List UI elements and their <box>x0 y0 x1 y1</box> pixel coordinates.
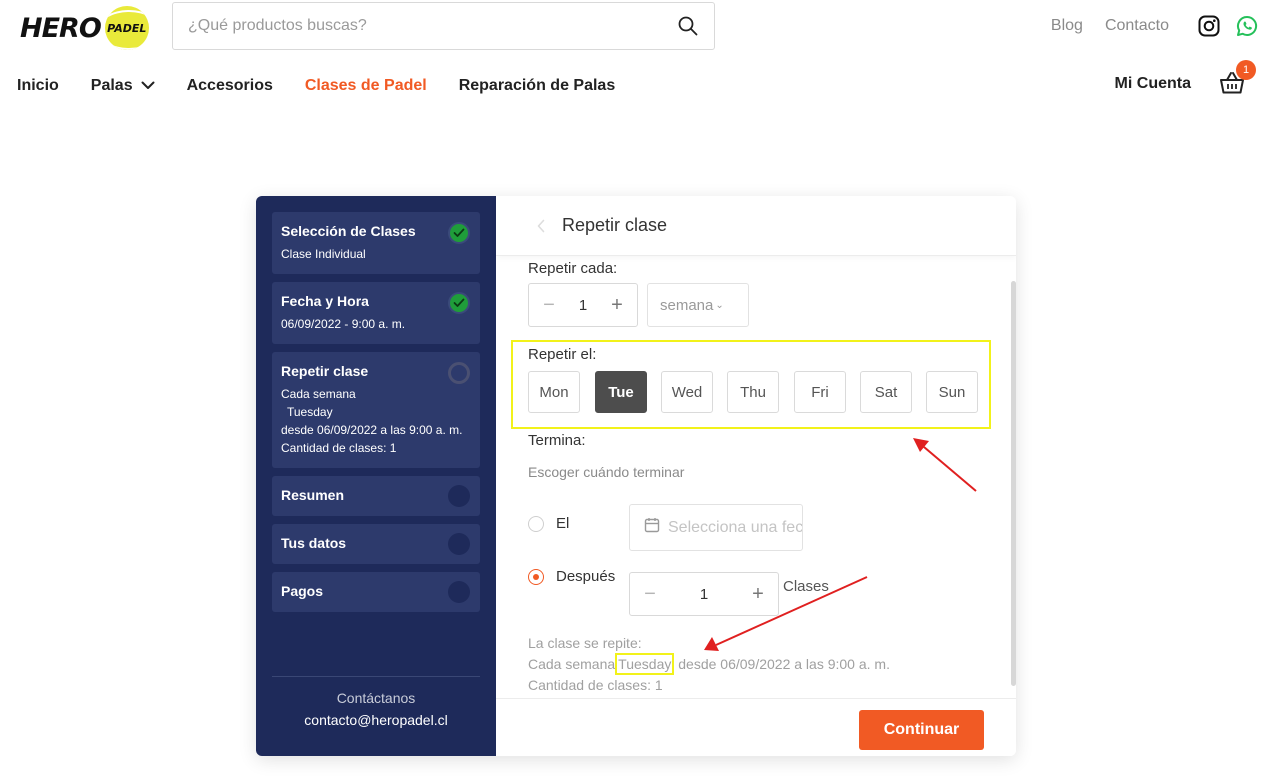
summary-count: Cantidad de clases: 1 <box>528 677 663 693</box>
step-title: Fecha y Hora <box>281 293 369 309</box>
logo-ball-text: PADEL <box>107 21 147 35</box>
step-detail: Cada semana <box>281 387 356 401</box>
increment-button[interactable]: + <box>607 295 627 315</box>
booking-widget: Selección de Clases Clase Individual Fec… <box>256 196 1016 756</box>
summary-prefix: Cada semana <box>528 656 616 672</box>
booking-steps-sidebar: Selección de Clases Clase Individual Fec… <box>256 196 496 756</box>
pending-step-indicator <box>448 485 470 507</box>
contact-link[interactable]: Contacto <box>1105 17 1169 35</box>
end-date-placeholder: Selecciona una fecha <box>668 518 803 536</box>
chevron-down-icon: ⌄ <box>715 299 724 311</box>
pending-step-indicator <box>448 581 470 603</box>
step-detail: Clase Individual <box>281 247 366 261</box>
search-input[interactable] <box>188 17 677 35</box>
end-on-date-radio[interactable] <box>528 516 544 532</box>
step-fecha-y-hora[interactable]: Fecha y Hora 06/09/2022 - 9:00 a. m. <box>272 282 480 344</box>
nav-item-palas-label: Palas <box>90 77 133 94</box>
repeat-every-value[interactable]: 1 <box>579 297 587 314</box>
classes-unit-label: Clases <box>783 578 829 595</box>
step-title: Tus datos <box>281 535 347 551</box>
repeat-on-label: Repetir el: <box>528 346 597 363</box>
end-on-date-label: El <box>556 515 570 532</box>
blog-link[interactable]: Blog <box>1051 17 1083 35</box>
day-sun[interactable]: Sun <box>926 371 978 413</box>
repeat-every-stepper: − 1 + <box>528 283 638 327</box>
basket-icon <box>1219 72 1245 99</box>
step-detail: Cantidad de clases: 1 <box>281 441 397 455</box>
repeat-summary: La clase se repite: Cada semana Tuesday d… <box>528 633 890 695</box>
summary-title: La clase se repite: <box>528 635 642 651</box>
step-title: Pagos <box>281 583 324 599</box>
panel-scrollbar[interactable] <box>1011 281 1016 686</box>
step-tus-datos[interactable]: Tus datos <box>272 524 480 564</box>
padel-ball-logo: PADEL <box>104 6 149 50</box>
panel-header: Repetir clase <box>496 196 1016 256</box>
contact-email-link[interactable]: contacto@heropadel.cl <box>272 712 480 728</box>
chevron-left-icon[interactable] <box>532 217 550 235</box>
panel-scroll-area: Repetir cada: − 1 + semana ⌄ Repetir el:… <box>496 257 1016 698</box>
current-step-indicator <box>448 362 470 384</box>
instagram-icon[interactable] <box>1197 14 1221 38</box>
top-links: Blog Contacto <box>1051 10 1259 42</box>
logo-wordmark: HERO <box>20 12 102 44</box>
my-account-link[interactable]: Mi Cuenta <box>1115 75 1191 93</box>
step-detail: 06/09/2022 - 9:00 a. m. <box>281 317 406 331</box>
ends-hint: Escoger cuándo terminar <box>528 464 685 480</box>
logo[interactable]: HERO PADEL <box>20 6 149 50</box>
classes-count-value[interactable]: 1 <box>700 586 708 603</box>
pending-step-indicator <box>448 533 470 555</box>
whatsapp-icon[interactable] <box>1235 14 1259 38</box>
day-thu[interactable]: Thu <box>727 371 779 413</box>
nav-item-inicio[interactable]: Inicio <box>17 77 59 95</box>
day-fri[interactable]: Fri <box>794 371 846 413</box>
search-icon[interactable] <box>677 15 699 37</box>
step-detail: Tuesday <box>287 405 333 419</box>
account-area: Mi Cuenta 1 <box>1115 60 1256 104</box>
day-sat[interactable]: Sat <box>860 371 912 413</box>
summary-line: Cada semana Tuesday desde 06/09/2022 a la… <box>528 653 890 675</box>
repeat-every-label: Repetir cada: <box>528 260 618 277</box>
ends-label: Termina: <box>528 432 586 449</box>
main-nav: Inicio Palas Accesorios Clases de Padel … <box>17 72 647 100</box>
calendar-icon <box>644 517 660 538</box>
contact-footer: Contáctanos contacto@heropadel.cl <box>272 676 480 756</box>
summary-day-highlight: Tuesday <box>615 653 675 675</box>
increment-button[interactable]: + <box>748 584 768 604</box>
check-icon <box>448 222 470 244</box>
step-detail: desde 06/09/2022 a las 9:00 a. m. <box>281 423 463 437</box>
step-seleccion-de-clases[interactable]: Selección de Clases Clase Individual <box>272 212 480 274</box>
day-wed[interactable]: Wed <box>661 371 713 413</box>
chevron-down-icon <box>141 77 155 95</box>
end-date-input[interactable]: Selecciona una fecha <box>629 504 803 551</box>
nav-item-accesorios[interactable]: Accesorios <box>187 77 273 95</box>
step-title: Selección de Clases <box>281 223 416 239</box>
step-title: Repetir clase <box>281 363 369 379</box>
day-mon[interactable]: Mon <box>528 371 580 413</box>
step-resumen[interactable]: Resumen <box>272 476 480 516</box>
day-tue[interactable]: Tue <box>595 371 647 413</box>
step-pagos[interactable]: Pagos <box>272 572 480 612</box>
classes-count-stepper: − 1 + <box>629 572 779 616</box>
nav-item-clases-de-padel[interactable]: Clases de Padel <box>305 77 427 95</box>
decrement-button[interactable]: − <box>539 295 559 315</box>
contact-label: Contáctanos <box>336 690 416 706</box>
decrement-button[interactable]: − <box>640 584 660 604</box>
repeat-unit-value: semana <box>660 296 714 314</box>
check-icon <box>448 292 470 314</box>
continue-button[interactable]: Continuar <box>859 710 984 750</box>
step-repetir-clase[interactable]: Repetir clase Cada semana Tuesday desde … <box>272 352 480 468</box>
end-after-radio[interactable] <box>528 569 544 585</box>
end-after-label: Después <box>556 568 616 585</box>
nav-item-reparacion-de-palas[interactable]: Reparación de Palas <box>459 77 616 95</box>
cart-button[interactable]: 1 <box>1219 60 1256 99</box>
panel-footer: Continuar <box>496 698 1016 756</box>
repeat-class-panel: Repetir clase Repetir cada: − 1 + semana… <box>496 196 1016 756</box>
search-bar <box>172 2 715 50</box>
summary-suffix: desde 06/09/2022 a las 9:00 a. m. <box>678 656 890 672</box>
repeat-unit-select[interactable]: semana ⌄ <box>647 283 749 327</box>
cart-count-badge: 1 <box>1236 60 1256 80</box>
nav-item-palas[interactable]: Palas <box>91 77 155 95</box>
step-title: Resumen <box>281 487 345 503</box>
panel-title: Repetir clase <box>562 215 668 235</box>
